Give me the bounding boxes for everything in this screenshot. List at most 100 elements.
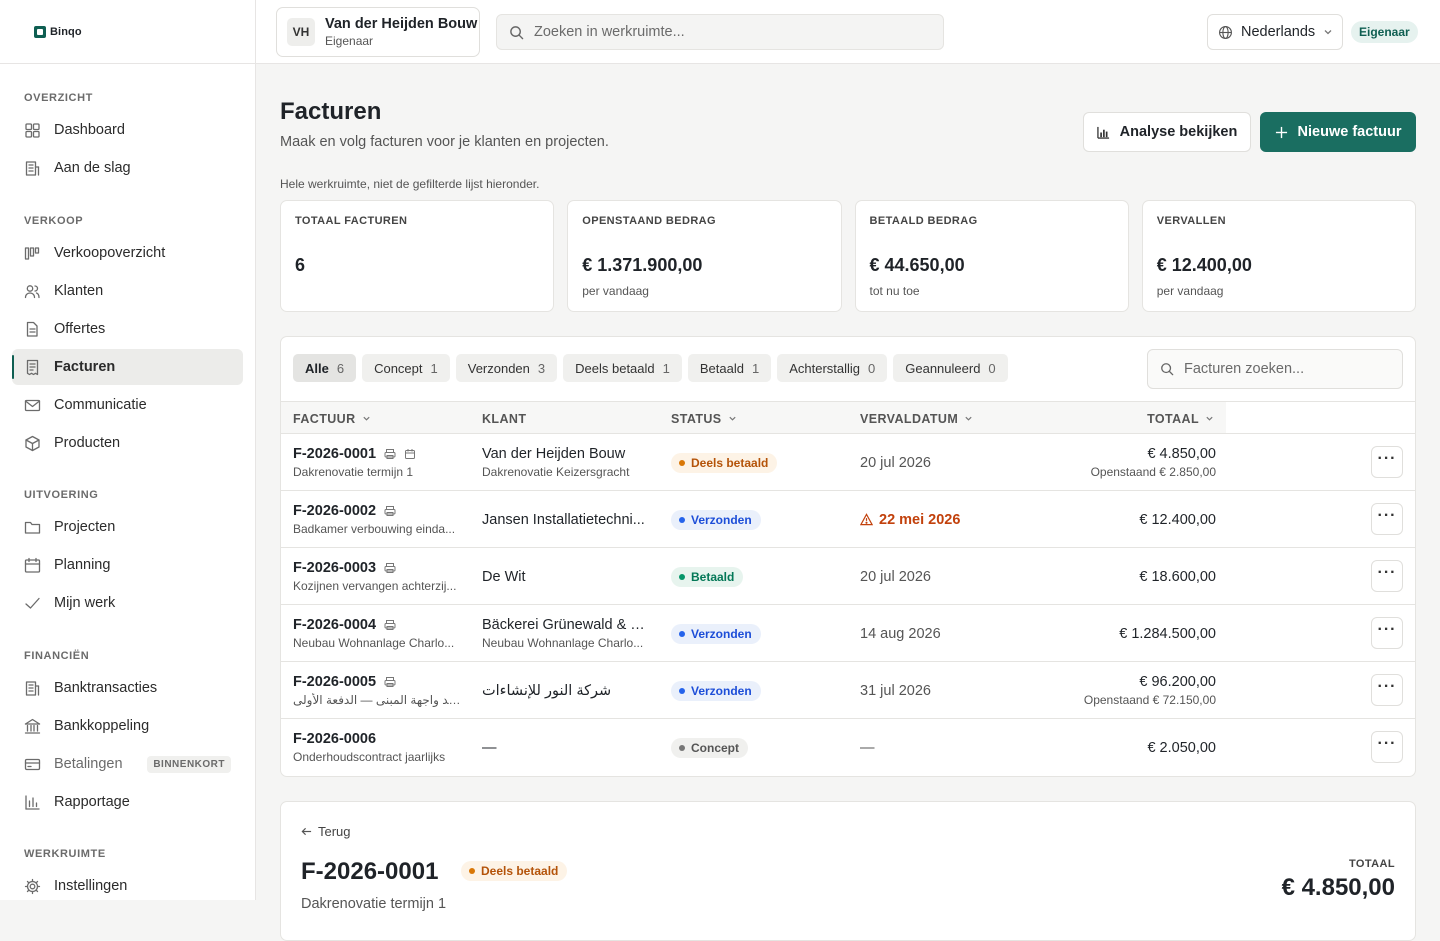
app-logo[interactable]: Binqo bbox=[0, 0, 255, 64]
filter-chip-geannuleerd[interactable]: Geannuleerd 0 bbox=[893, 354, 1007, 382]
filter-chip-achterstallig[interactable]: Achterstallig 0 bbox=[777, 354, 887, 382]
column-label: FACTUUR bbox=[293, 412, 356, 426]
language-value: Nederlands bbox=[1241, 24, 1315, 40]
invoice-cell: F-2026-0006 Onderhoudscontract jaarlijks bbox=[293, 731, 463, 764]
coming-soon-badge: BINNENKORT bbox=[147, 756, 231, 773]
new-invoice-button[interactable]: Nieuwe factuur bbox=[1260, 112, 1416, 152]
invoice-number[interactable]: F-2026-0003 bbox=[293, 560, 463, 576]
invoice-number-text: F-2026-0005 bbox=[293, 674, 376, 690]
invoice-cell: F-2026-0004 Neubau Wohnanlage Charlo... bbox=[293, 617, 463, 650]
due-date: 20 jul 2026 bbox=[860, 569, 931, 585]
sidebar-item-klanten[interactable]: Klanten bbox=[12, 273, 243, 309]
row-actions-button[interactable]: ··· bbox=[1371, 731, 1403, 763]
invoice-number[interactable]: F-2026-0002 bbox=[293, 503, 463, 519]
back-link[interactable]: Terug bbox=[301, 824, 351, 839]
client-cell: Jansen Installatietechni... bbox=[482, 491, 647, 548]
sidebar-item-verkoopoverzicht[interactable]: Verkoopoverzicht bbox=[12, 235, 243, 271]
column-header-status[interactable]: STATUS bbox=[671, 402, 737, 435]
sidebar-item-aan-de-slag[interactable]: Aan de slag bbox=[12, 150, 243, 186]
column-header-vervaldatum[interactable]: VERVALDATUM bbox=[860, 402, 973, 435]
column-label: TOTAAL bbox=[1147, 412, 1199, 426]
filter-count: 1 bbox=[663, 361, 670, 376]
analyse-button[interactable]: Analyse bekijken bbox=[1083, 112, 1251, 152]
filter-label: Betaald bbox=[700, 361, 744, 376]
sidebar-item-dashboard[interactable]: Dashboard bbox=[12, 112, 243, 148]
sidebar-item-mijn-werk[interactable]: Mijn werk bbox=[12, 585, 243, 621]
row-actions-button[interactable]: ··· bbox=[1371, 617, 1403, 649]
status-label: Betaald bbox=[691, 570, 734, 584]
filter-chip-alle[interactable]: Alle 6 bbox=[293, 354, 356, 382]
stat-card: TOTAAL FACTUREN 6 bbox=[280, 200, 554, 312]
language-select[interactable]: Nederlands bbox=[1207, 14, 1343, 50]
search-placeholder: Zoeken in werkruimte... bbox=[534, 24, 685, 40]
table-row[interactable]: F-2026-0005 تجديد واجهة المبنى — الدفعة … bbox=[281, 662, 1416, 719]
total-amount: € 18.600,00 bbox=[1139, 569, 1216, 585]
sidebar-item-label: Banktransacties bbox=[54, 680, 157, 696]
filter-chip-betaald[interactable]: Betaald 1 bbox=[688, 354, 771, 382]
sidebar-item-label: Aan de slag bbox=[54, 160, 131, 176]
row-actions-button[interactable]: ··· bbox=[1371, 674, 1403, 706]
sidebar-item-producten[interactable]: Producten bbox=[12, 425, 243, 461]
sidebar-item-planning[interactable]: Planning bbox=[12, 547, 243, 583]
table-row[interactable]: F-2026-0002 Badkamer verbouwing einda...… bbox=[281, 491, 1416, 548]
outstanding-amount: Openstaand € 72.150,00 bbox=[1084, 693, 1216, 707]
table-row[interactable]: F-2026-0003 Kozijnen vervangen achterzij… bbox=[281, 548, 1416, 605]
sidebar-item-banktransacties[interactable]: Banktransacties bbox=[12, 670, 243, 706]
total-amount: € 4.850,00 bbox=[1091, 446, 1216, 462]
column-label: STATUS bbox=[671, 412, 722, 426]
filter-chip-concept[interactable]: Concept 1 bbox=[362, 354, 450, 382]
detail-total-label: TOTAAL bbox=[1349, 858, 1395, 870]
invoice-search-input[interactable]: Facturen zoeken... bbox=[1147, 349, 1403, 389]
sidebar-item-bankkoppeling[interactable]: Bankkoppeling bbox=[12, 708, 243, 744]
filter-chip-verzonden[interactable]: Verzonden 3 bbox=[456, 354, 557, 382]
stat-subtext: per vandaag bbox=[582, 284, 649, 298]
ledger-icon bbox=[24, 680, 41, 697]
workspace-switcher[interactable]: VH Van der Heijden Bouw Eigenaar bbox=[276, 7, 480, 57]
row-actions-button[interactable]: ··· bbox=[1371, 560, 1403, 592]
folder-icon bbox=[24, 519, 41, 536]
column-header-totaal[interactable]: TOTAAL bbox=[1147, 402, 1214, 435]
sidebar-item-offertes[interactable]: Offertes bbox=[12, 311, 243, 347]
total-amount: € 2.050,00 bbox=[1147, 740, 1216, 756]
invoice-number[interactable]: F-2026-0001 bbox=[293, 446, 463, 462]
sidebar-item-betalingen[interactable]: Betalingen BINNENKORT bbox=[12, 746, 243, 782]
building-icon bbox=[24, 160, 41, 177]
status-badge: Concept bbox=[671, 738, 748, 758]
invoice-number-text: F-2026-0003 bbox=[293, 560, 376, 576]
filter-label: Geannuleerd bbox=[905, 361, 980, 376]
column-header-factuur[interactable]: FACTUUR bbox=[293, 402, 371, 435]
due-date: — bbox=[860, 740, 875, 756]
sidebar-item-instellingen[interactable]: Instellingen bbox=[12, 868, 243, 904]
invoice-number[interactable]: F-2026-0006 bbox=[293, 731, 463, 747]
total-cell: € 18.600,00 bbox=[1139, 548, 1216, 605]
sidebar-item-projecten[interactable]: Projecten bbox=[12, 509, 243, 545]
sidebar-item-label: Producten bbox=[54, 435, 120, 451]
chevron-down-icon bbox=[1323, 27, 1333, 37]
printer-icon bbox=[384, 505, 396, 517]
status-badge: Verzonden bbox=[671, 624, 761, 644]
role-badge: Eigenaar bbox=[1351, 21, 1418, 43]
status-label: Deels betaald bbox=[691, 456, 768, 470]
sidebar-item-communicatie[interactable]: Communicatie bbox=[12, 387, 243, 423]
filter-count: 1 bbox=[431, 361, 438, 376]
filter-chip-deels-betaald[interactable]: Deels betaald 1 bbox=[563, 354, 682, 382]
status-dot bbox=[679, 745, 685, 751]
table-row[interactable]: F-2026-0004 Neubau Wohnanlage Charlo... … bbox=[281, 605, 1416, 662]
sidebar-item-label: Projecten bbox=[54, 519, 115, 535]
row-actions-button[interactable]: ··· bbox=[1371, 503, 1403, 535]
workspace-search-input[interactable]: Zoeken in werkruimte... bbox=[496, 14, 944, 50]
table-row[interactable]: F-2026-0001 Dakrenovatie termijn 1 Van d… bbox=[281, 434, 1416, 491]
invoice-cell: F-2026-0002 Badkamer verbouwing einda... bbox=[293, 503, 463, 536]
table-row[interactable]: F-2026-0006 Onderhoudscontract jaarlijks… bbox=[281, 719, 1416, 776]
filter-count: 0 bbox=[868, 361, 875, 376]
stat-card: BETAALD BEDRAG € 44.650,00 tot nu toe bbox=[855, 200, 1129, 312]
filter-count: 1 bbox=[752, 361, 759, 376]
sidebar-item-rapportage[interactable]: Rapportage bbox=[12, 784, 243, 820]
row-actions-button[interactable]: ··· bbox=[1371, 446, 1403, 478]
filter-count: 3 bbox=[538, 361, 545, 376]
invoice-number[interactable]: F-2026-0005 bbox=[293, 674, 463, 690]
invoice-description: Kozijnen vervangen achterzij... bbox=[293, 579, 463, 593]
sidebar-item-facturen[interactable]: Facturen bbox=[12, 349, 243, 385]
outstanding-amount: Openstaand € 2.850,00 bbox=[1091, 465, 1216, 479]
invoice-number[interactable]: F-2026-0004 bbox=[293, 617, 463, 633]
